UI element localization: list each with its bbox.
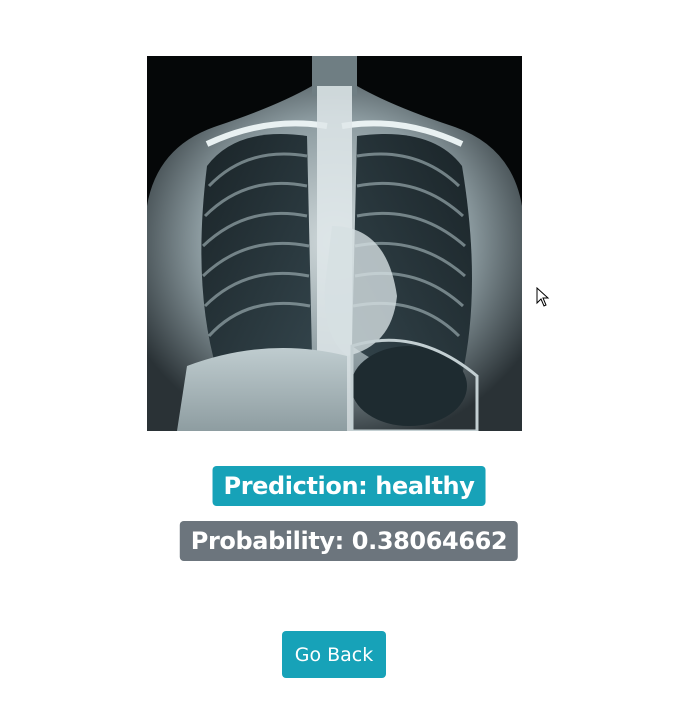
prediction-badge: Prediction: healthy	[212, 466, 486, 506]
xray-image	[147, 56, 522, 431]
go-back-button[interactable]: Go Back	[282, 631, 386, 678]
mouse-pointer-icon	[536, 287, 550, 307]
result-page: Prediction: healthy Probability: 0.38064…	[0, 0, 698, 701]
probability-badge: Probability: 0.38064662	[179, 521, 519, 561]
